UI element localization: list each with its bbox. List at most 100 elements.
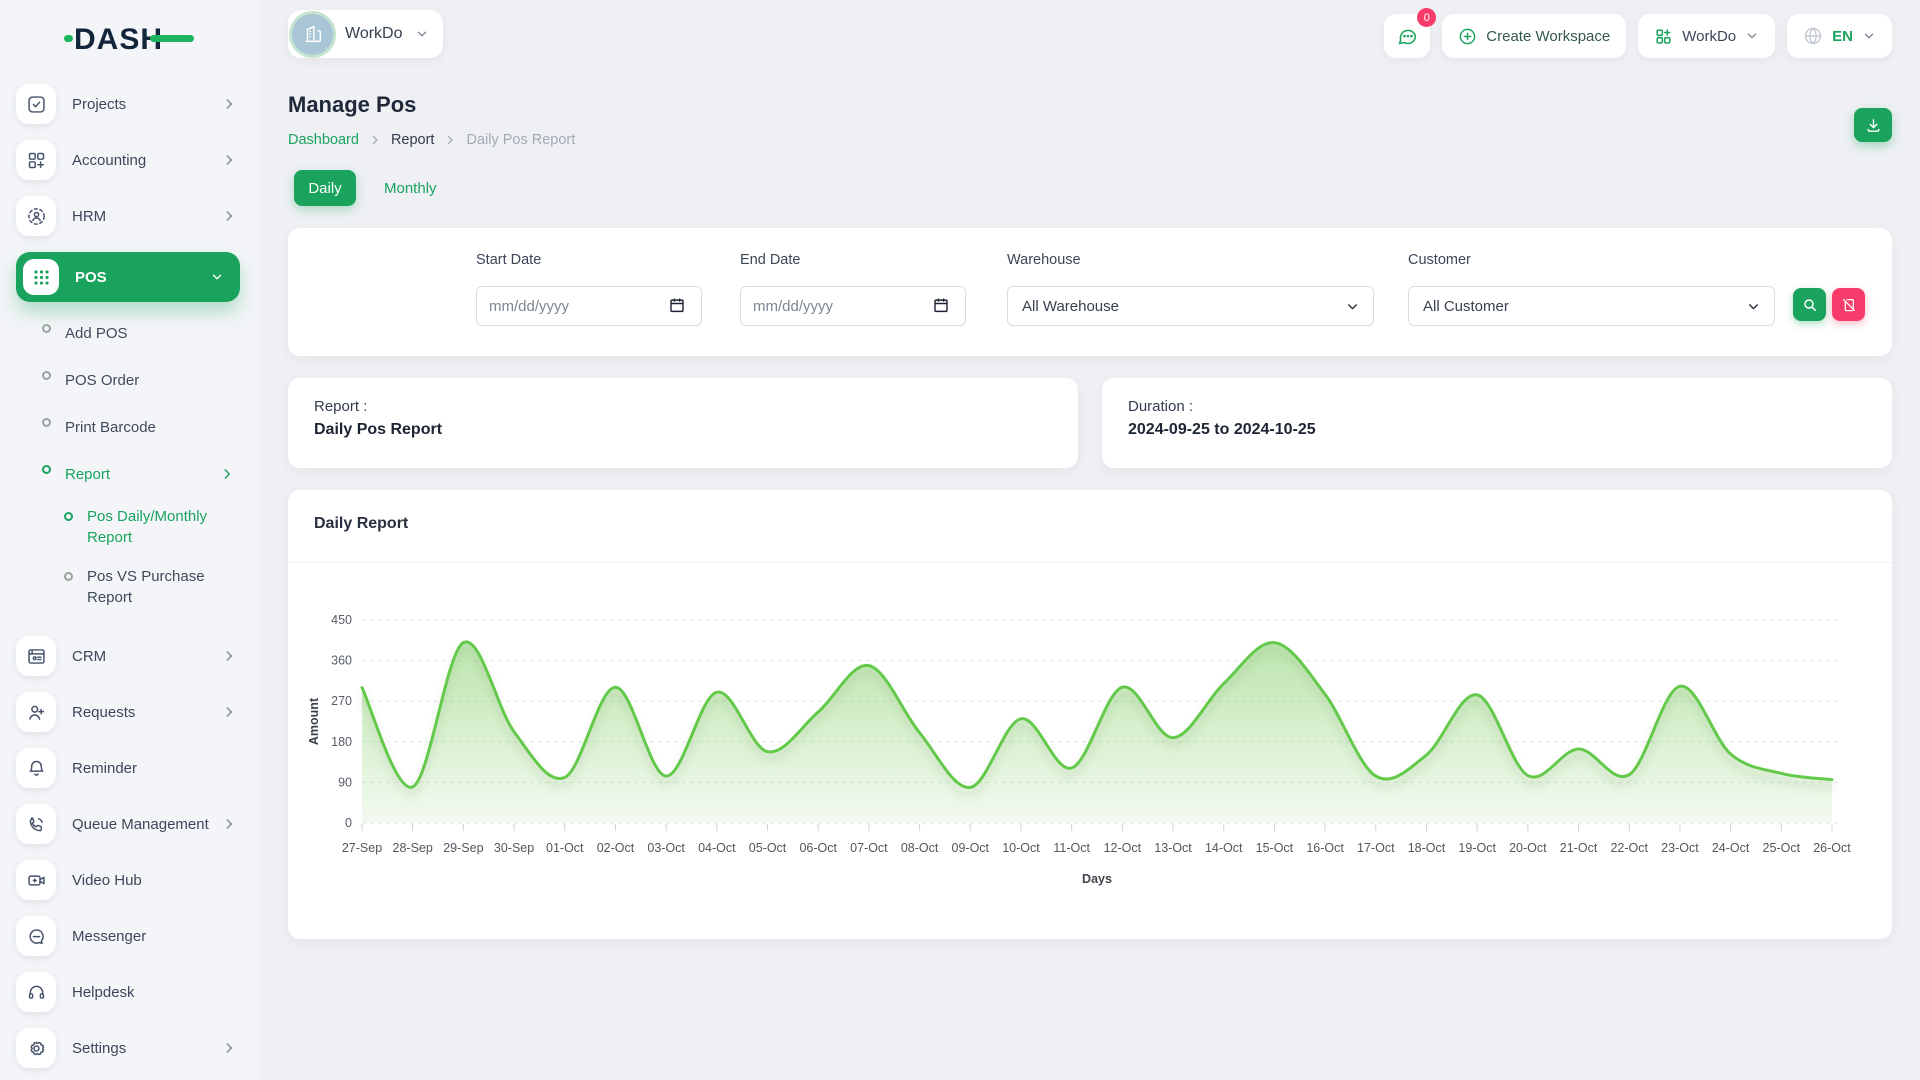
- sidebar-item-hrm[interactable]: HRM: [16, 196, 260, 236]
- x-axis-title: Days: [1082, 872, 1112, 886]
- chevron-down-icon: [1745, 29, 1759, 43]
- sidebar-item-messenger[interactable]: Messenger: [16, 916, 260, 956]
- bullet-icon: [42, 418, 51, 427]
- sidebar-subitem-label: Pos VS Purchase Report: [87, 566, 234, 608]
- sidebar-subitem-pos-vs-purchase-report[interactable]: Pos VS Purchase Report: [64, 566, 234, 608]
- sidebar-item-label: Reminder: [72, 760, 236, 777]
- chat-icon: [1397, 26, 1418, 47]
- x-axis-tick-label: 22-Oct: [1610, 841, 1648, 855]
- sidebar-item-pos[interactable]: POS: [16, 252, 240, 302]
- sidebar-item-label: Settings: [72, 1040, 222, 1057]
- daily-report-card: Daily Report 45036027018090027-Sep28-Sep…: [288, 490, 1892, 939]
- sidebar-item-reminder[interactable]: Reminder: [16, 748, 260, 788]
- y-axis-tick-label: 180: [331, 735, 352, 749]
- sidebar-item-accounting[interactable]: Accounting: [16, 140, 260, 180]
- topbar: WorkDo 0 Create Workspace WorkDo EN: [288, 0, 1892, 72]
- customer-select-value: All Customer: [1423, 298, 1509, 315]
- sidebar-subitem-pos-order[interactable]: POS Order: [42, 365, 234, 395]
- sidebar-subitem-label: Report: [65, 464, 220, 485]
- plus-circle-icon: [1458, 27, 1477, 46]
- chart-title: Daily Report: [314, 515, 408, 533]
- chevron-down-icon: [415, 27, 429, 41]
- x-axis-tick-label: 08-Oct: [901, 841, 939, 855]
- sidebar-item-projects[interactable]: Projects: [16, 84, 260, 124]
- breadcrumb-dashboard[interactable]: Dashboard: [288, 132, 359, 148]
- reset-filter-button[interactable]: [1832, 288, 1865, 321]
- calendar-icon[interactable]: [668, 296, 686, 319]
- x-axis-tick-label: 26-Oct: [1813, 841, 1851, 855]
- crm-icon: [16, 636, 56, 676]
- chevron-down-icon: [1346, 300, 1359, 313]
- reminder-icon: [16, 748, 56, 788]
- customer-label: Customer: [1408, 252, 1471, 268]
- x-axis-tick-label: 18-Oct: [1408, 841, 1446, 855]
- sidebar-item-label: POS: [75, 269, 210, 286]
- sidebar-item-label: Projects: [72, 96, 222, 113]
- language-label: EN: [1832, 28, 1853, 45]
- x-axis-tick-label: 07-Oct: [850, 841, 888, 855]
- sidebar-item-label: Helpdesk: [72, 984, 236, 1001]
- account-label: WorkDo: [1682, 28, 1736, 45]
- account-menu-button[interactable]: WorkDo: [1638, 14, 1775, 58]
- calendar-icon[interactable]: [932, 296, 950, 319]
- x-axis-tick-label: 04-Oct: [698, 841, 736, 855]
- breadcrumb-current: Daily Pos Report: [466, 132, 575, 148]
- globe-icon: [1803, 26, 1823, 46]
- breadcrumb-report[interactable]: Report: [391, 132, 435, 148]
- sidebar-subitem-label: Print Barcode: [65, 417, 234, 438]
- bullet-icon: [42, 465, 51, 474]
- chevron-right-icon: [220, 467, 234, 481]
- end-date-label: End Date: [740, 252, 800, 268]
- sidebar-item-label: Video Hub: [72, 872, 236, 889]
- app-root: { "brand": { "logo_text": "DASH" }, "hea…: [0, 0, 1920, 1080]
- download-report-button[interactable]: [1854, 108, 1892, 142]
- language-selector[interactable]: EN: [1787, 14, 1892, 58]
- bullet-icon: [42, 324, 51, 333]
- chevron-right-icon: [222, 705, 236, 719]
- customer-select[interactable]: All Customer: [1408, 286, 1775, 326]
- x-axis-tick-label: 15-Oct: [1256, 841, 1294, 855]
- x-axis-tick-label: 14-Oct: [1205, 841, 1243, 855]
- x-axis-tick-label: 09-Oct: [952, 841, 990, 855]
- x-axis-tick-label: 06-Oct: [799, 841, 837, 855]
- sidebar-item-label: Accounting: [72, 152, 222, 169]
- report-summary-card: Report : Daily Pos Report: [288, 378, 1078, 468]
- sidebar-subitem-add-pos[interactable]: Add POS: [42, 318, 234, 348]
- apply-filter-button[interactable]: [1793, 288, 1826, 321]
- settings-icon: [16, 1028, 56, 1068]
- create-workspace-button[interactable]: Create Workspace: [1442, 14, 1626, 58]
- tab-daily[interactable]: Daily: [294, 170, 356, 206]
- filter-panel: Start Date End Date Warehouse All Wareho…: [288, 228, 1892, 356]
- duration-summary-card: Duration : 2024-09-25 to 2024-10-25: [1102, 378, 1892, 468]
- chevron-right-icon: [222, 817, 236, 831]
- sidebar: DASH Projects Accounting HRM POS Add POS POS …: [0, 0, 260, 1080]
- workspace-selector[interactable]: WorkDo: [288, 10, 443, 58]
- duration-summary-label: Duration :: [1128, 398, 1866, 415]
- warehouse-label: Warehouse: [1007, 252, 1081, 268]
- sidebar-item-crm[interactable]: CRM: [16, 636, 260, 676]
- x-axis-tick-label: 30-Sep: [494, 841, 534, 855]
- sidebar-item-label: Queue Management: [72, 816, 222, 833]
- sidebar-item-helpdesk[interactable]: Helpdesk: [16, 972, 260, 1012]
- pos-icon: [23, 259, 59, 295]
- warehouse-select[interactable]: All Warehouse: [1007, 286, 1374, 326]
- dash-logo[interactable]: DASH: [64, 18, 194, 58]
- tab-monthly[interactable]: Monthly: [370, 172, 451, 205]
- projects-icon: [16, 84, 56, 124]
- report-summary-value: Daily Pos Report: [314, 421, 1052, 439]
- sidebar-subitem-pos-daily-monthly-report[interactable]: Pos Daily/Monthly Report: [64, 506, 234, 548]
- sidebar-item-settings[interactable]: Settings: [16, 1028, 260, 1068]
- sidebar-item-video-hub[interactable]: Video Hub: [16, 860, 260, 900]
- sidebar-nav: Projects Accounting HRM POS Add POS POS Order…: [0, 84, 260, 1080]
- sidebar-subitem-print-barcode[interactable]: Print Barcode: [42, 412, 234, 442]
- x-axis-tick-label: 21-Oct: [1560, 841, 1598, 855]
- messages-button[interactable]: 0: [1384, 14, 1430, 58]
- x-axis-tick-label: 03-Oct: [647, 841, 685, 855]
- sidebar-item-requests[interactable]: Requests: [16, 692, 260, 732]
- sidebar-subitem-label: Add POS: [65, 323, 234, 344]
- workspace-avatar: [292, 14, 333, 55]
- sidebar-subitem-report[interactable]: Report: [42, 459, 234, 489]
- chart-area-fill: [362, 642, 1832, 823]
- sidebar-item-queue-management[interactable]: Queue Management: [16, 804, 260, 844]
- x-axis-tick-label: 20-Oct: [1509, 841, 1547, 855]
